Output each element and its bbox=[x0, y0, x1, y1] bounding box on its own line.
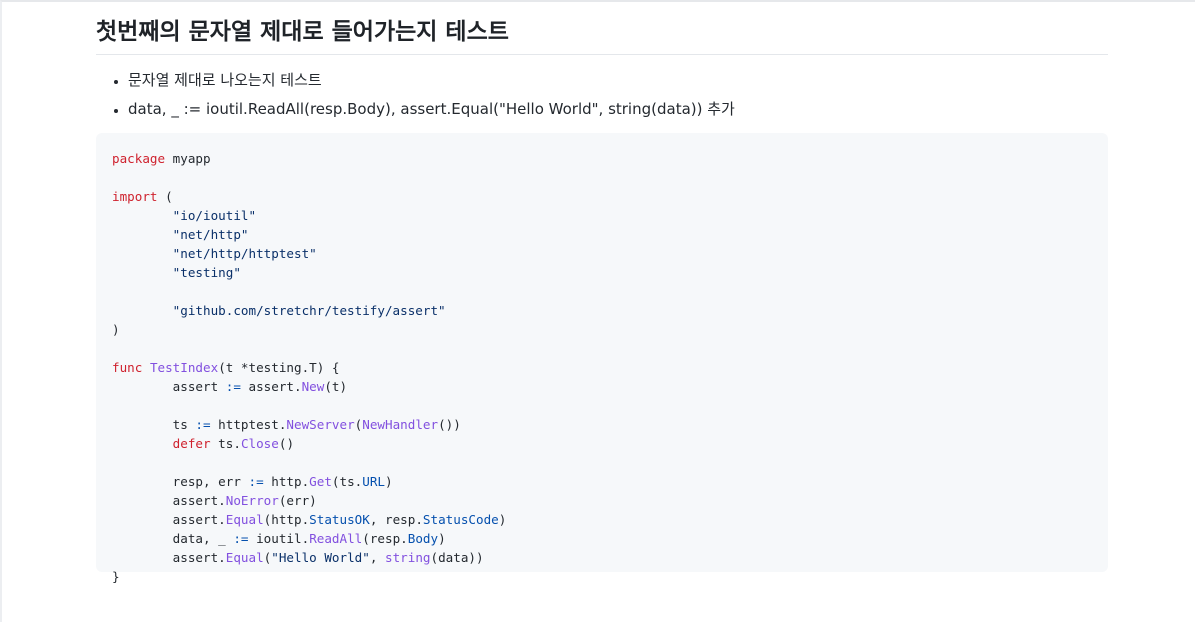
code-content[interactable]: package myapp import ( "io/ioutil" "net/h… bbox=[112, 149, 1092, 586]
code-block[interactable]: package myapp import ( "io/ioutil" "net/h… bbox=[96, 133, 1108, 584]
code-string: "net/http" bbox=[172, 227, 249, 242]
code-text: myapp bbox=[165, 151, 211, 166]
code-text: ioutil. bbox=[248, 531, 310, 546]
code-text: ) bbox=[498, 512, 507, 527]
code-operator: := bbox=[248, 474, 264, 489]
list-item: data, _ := ioutil.ReadAll(resp.Body), as… bbox=[128, 100, 1108, 119]
code-text: (data)) bbox=[430, 550, 484, 565]
code-text: assert bbox=[112, 379, 226, 394]
code-text: (http. bbox=[263, 512, 310, 527]
code-text: resp, err bbox=[112, 474, 249, 489]
code-text: , resp. bbox=[369, 512, 423, 527]
code-line: ts := httptest.NewServer(NewHandler()) bbox=[112, 415, 1092, 434]
code-property: URL bbox=[362, 474, 386, 489]
code-property: StatusOK bbox=[309, 512, 370, 527]
code-text: ts. bbox=[210, 436, 241, 451]
code-line: data, _ := ioutil.ReadAll(resp.Body) bbox=[112, 529, 1092, 548]
code-string: "net/http/httptest" bbox=[172, 246, 317, 261]
code-text: ) bbox=[438, 531, 446, 546]
code-string: "github.com/stretchr/testify/assert" bbox=[172, 303, 446, 318]
code-function: ReadAll bbox=[309, 531, 363, 546]
code-function: Get bbox=[309, 474, 332, 489]
code-line: assert := assert.New(t) bbox=[112, 377, 1092, 396]
code-line: "github.com/stretchr/testify/assert" bbox=[112, 301, 1092, 320]
code-function: NoError bbox=[225, 493, 279, 508]
code-text: assert. bbox=[240, 379, 302, 394]
code-keyword: defer bbox=[172, 436, 211, 451]
code-text: (err) bbox=[278, 493, 317, 508]
code-line: } bbox=[112, 567, 1092, 586]
code-line: "net/http/httptest" bbox=[112, 244, 1092, 263]
code-text: assert. bbox=[112, 512, 226, 527]
code-text: assert. bbox=[112, 493, 226, 508]
code-keyword: package bbox=[112, 151, 166, 166]
list-item: 문자열 제대로 나오는지 테스트 bbox=[128, 71, 1108, 90]
code-text: (t *testing.T) { bbox=[218, 360, 340, 375]
code-line: func TestIndex(t *testing.T) { bbox=[112, 358, 1092, 377]
code-function: Equal bbox=[225, 512, 264, 527]
code-line: assert.NoError(err) bbox=[112, 491, 1092, 510]
code-text: ) bbox=[112, 322, 120, 337]
section-heading: 첫번째의 문자열 제대로 들어가는지 테스트 bbox=[96, 2, 1108, 55]
code-text: http. bbox=[263, 474, 310, 489]
code-property: StatusCode bbox=[422, 512, 499, 527]
code-line: defer ts.Close() bbox=[112, 434, 1092, 453]
code-text: ts bbox=[112, 417, 196, 432]
code-line: package myapp bbox=[112, 149, 1092, 168]
code-text: } bbox=[112, 569, 120, 584]
code-operator: := bbox=[195, 417, 211, 432]
notes-list: 문자열 제대로 나오는지 테스트 data, _ := ioutil.ReadA… bbox=[96, 71, 1108, 119]
code-text: (resp. bbox=[362, 531, 408, 546]
code-function: string bbox=[385, 550, 431, 565]
code-line: "testing" bbox=[112, 263, 1092, 282]
code-text: ( bbox=[157, 189, 173, 204]
code-function: Equal bbox=[225, 550, 264, 565]
page-frame: 첫번째의 문자열 제대로 들어가는지 테스트 문자열 제대로 나오는지 테스트 … bbox=[0, 0, 1195, 622]
code-text: ) bbox=[385, 474, 393, 489]
code-text: , bbox=[369, 550, 386, 565]
code-text: assert. bbox=[112, 550, 226, 565]
markdown-content: 첫번째의 문자열 제대로 들어가는지 테스트 문자열 제대로 나오는지 테스트 … bbox=[96, 2, 1108, 584]
code-text: (ts. bbox=[331, 474, 363, 489]
code-operator: := bbox=[225, 379, 241, 394]
code-keyword: func bbox=[112, 360, 143, 375]
code-text: () bbox=[278, 436, 295, 451]
code-line: resp, err := http.Get(ts.URL) bbox=[112, 472, 1092, 491]
code-keyword: import bbox=[112, 189, 158, 204]
code-line: import ( bbox=[112, 187, 1092, 206]
code-line: "net/http" bbox=[112, 225, 1092, 244]
code-text: httptest. bbox=[210, 417, 287, 432]
code-function: NewHandler bbox=[362, 417, 439, 432]
code-text: data, _ bbox=[112, 531, 234, 546]
code-function: TestIndex bbox=[149, 360, 219, 375]
code-string: "io/ioutil" bbox=[172, 208, 257, 223]
code-string: "testing" bbox=[172, 265, 241, 280]
code-text: (t) bbox=[324, 379, 348, 394]
code-function: Close bbox=[240, 436, 279, 451]
code-string: "Hello World" bbox=[271, 550, 370, 565]
code-line: assert.Equal(http.StatusOK, resp.StatusC… bbox=[112, 510, 1092, 529]
code-line: "io/ioutil" bbox=[112, 206, 1092, 225]
code-text: ()) bbox=[438, 417, 461, 432]
code-line: ) bbox=[112, 320, 1092, 339]
code-operator: := bbox=[233, 531, 249, 546]
code-function: NewServer bbox=[286, 417, 355, 432]
code-property: Body bbox=[407, 531, 439, 546]
code-line: assert.Equal("Hello World", string(data)… bbox=[112, 548, 1092, 567]
code-function: New bbox=[301, 379, 325, 394]
